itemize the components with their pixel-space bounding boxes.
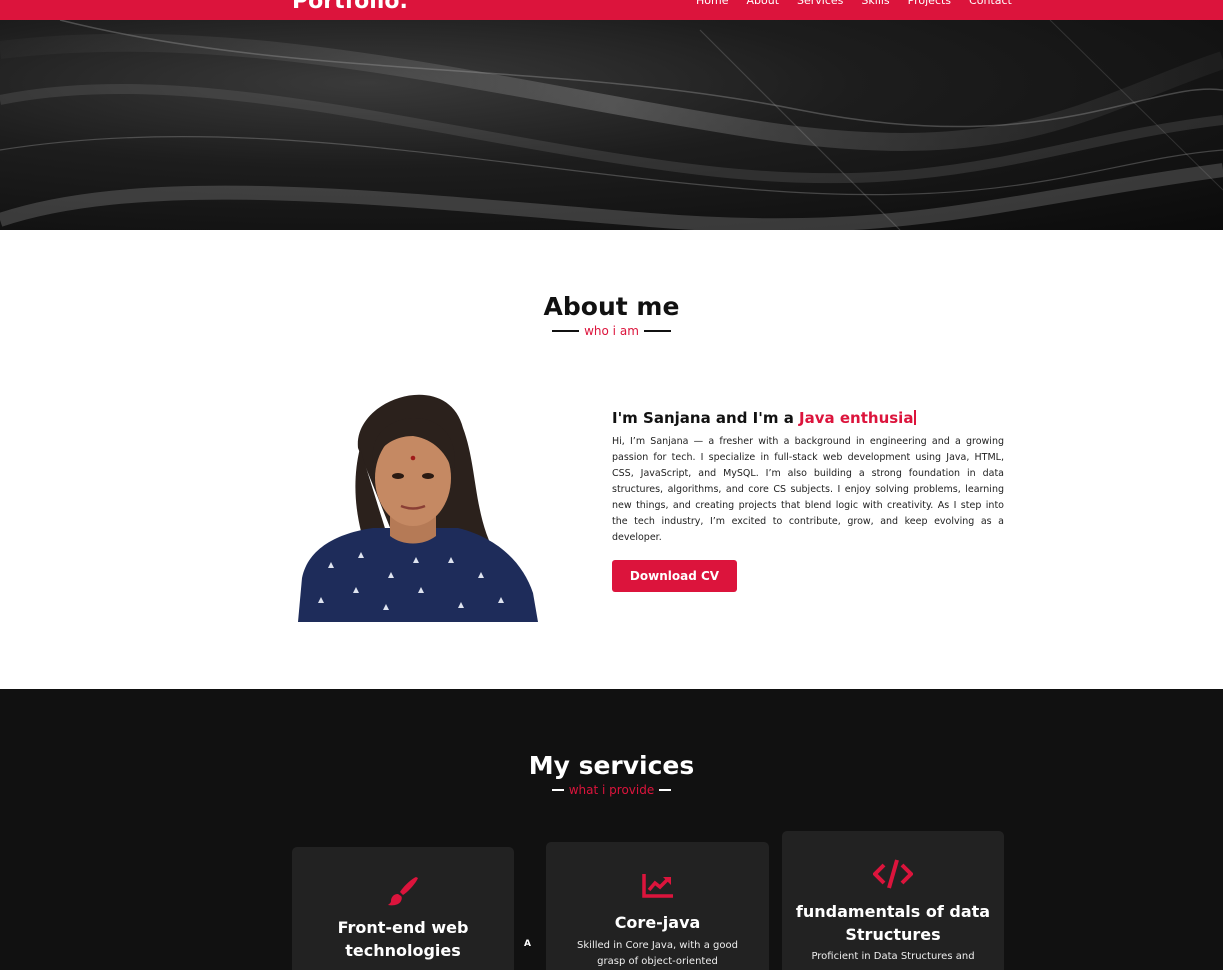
services-subtitle: what i provide [0,783,1223,797]
about-heading-prefix: I'm Sanjana and I'm a [612,409,800,427]
nav-menu: Home About Services Skills Projects Cont… [696,0,1012,8]
about-title: About me [543,292,680,321]
service-card-core-java[interactable]: Core-java Skilled in Core Java, with a g… [546,842,769,970]
services-section: My services what i provide Front-end web… [0,689,1223,970]
chart-line-icon [546,872,769,898]
services-title: My services [528,751,695,780]
subtitle-line-left [551,789,564,791]
typed-text: Java enthusia [799,409,914,427]
service-card-title: Core-java [614,913,701,932]
hero-background-waves [0,20,1223,230]
about-heading: I'm Sanjana and I'm a Java enthusia [612,408,1004,428]
service-card-data-structures[interactable]: fundamentals of data Structures Proficie… [782,831,1004,970]
service-card-desc: Proficient in Data Structures and [811,951,975,962]
nav-link-about[interactable]: About [746,0,779,8]
subtitle-line-right [659,789,672,791]
paint-brush-icon [292,875,514,907]
nav-link-home[interactable]: Home [696,0,728,8]
service-card-frontend[interactable]: Front-end web technologies [292,847,514,970]
site-logo[interactable]: Portfolio. [292,0,408,14]
subtitle-line-left [552,330,580,332]
about-subtitle: who i am [0,324,1223,338]
about-text-block: I'm Sanjana and I'm a Java enthusia Hi, … [612,408,1004,592]
subtitle-line-right [643,330,671,332]
about-subtitle-text: who i am [584,324,639,338]
profile-photo [298,378,538,622]
nav-link-services[interactable]: Services [797,0,843,8]
hero-banner [0,20,1223,230]
service-card-title: Front-end web technologies [337,918,469,960]
nav-link-projects[interactable]: Projects [908,0,951,8]
scroll-marker[interactable]: A [524,939,531,949]
navbar: Portfolio. Home About Services Skills Pr… [0,0,1223,20]
nav-link-skills[interactable]: Skills [861,0,889,8]
about-paragraph: Hi, I’m Sanjana — a fresher with a backg… [612,436,1004,543]
service-card-desc: Skilled in Core Java, with a good grasp … [577,940,738,967]
service-card-title: fundamentals of data Structures [795,902,991,944]
code-icon [782,859,1004,889]
download-cv-button[interactable]: Download CV [612,560,737,592]
services-subtitle-text: what i provide [568,783,655,797]
typing-cursor [914,410,917,425]
nav-link-contact[interactable]: Contact [969,0,1012,8]
about-section: About me who i am I'm Sanjana and I'm a … [0,230,1223,689]
